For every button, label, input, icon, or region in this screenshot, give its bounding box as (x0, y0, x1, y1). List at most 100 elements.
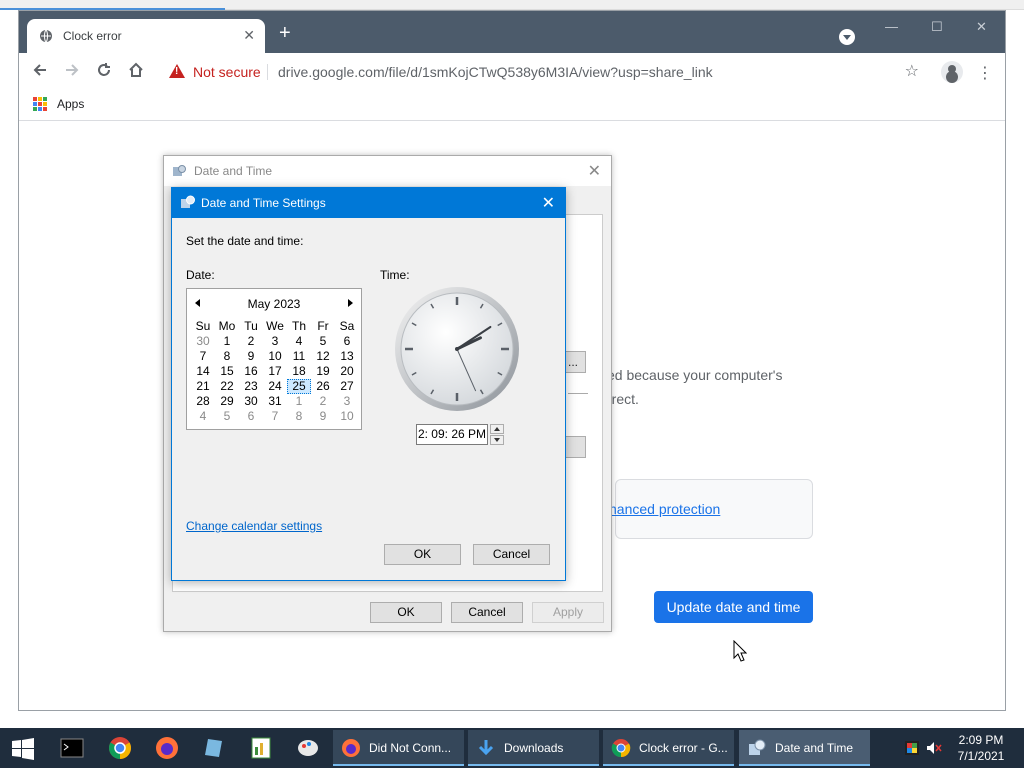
terminal-icon[interactable] (60, 736, 84, 760)
calendar-day[interactable]: 8 (287, 409, 311, 424)
profile-avatar-icon[interactable] (941, 61, 963, 83)
calendar-day[interactable]: 5 (215, 409, 239, 424)
calendar-day[interactable]: 17 (263, 364, 287, 379)
calendar-weekday-row: Su Mo Tu We Th Fr Sa (191, 319, 359, 334)
calendar-day[interactable]: 9 (311, 409, 335, 424)
date-time-settings-close-icon[interactable]: ✕ (542, 193, 555, 213)
calendar-day[interactable]: 29 (215, 394, 239, 409)
calendar-day[interactable]: 23 (239, 379, 263, 394)
enhanced-protection-link[interactable]: nanced protection (609, 501, 720, 517)
taskbar-task-date-time[interactable]: Date and Time (739, 730, 870, 766)
spin-down-icon[interactable] (490, 435, 504, 445)
calendar-day[interactable]: 2 (311, 394, 335, 409)
calendar-day[interactable]: 22 (215, 379, 239, 394)
calendar-day[interactable]: 13 (335, 349, 359, 364)
calendar-day[interactable]: 4 (191, 409, 215, 424)
calendar-day[interactable]: 20 (335, 364, 359, 379)
calendar-day[interactable]: 4 (287, 334, 311, 349)
minimize-button[interactable]: — (885, 19, 898, 34)
calendar-weekday: Th (291, 319, 306, 333)
address-bar[interactable]: Not secure drive.google.com/file/d/1smKo… (161, 58, 927, 86)
calendar-day[interactable]: 27 (335, 379, 359, 394)
close-window-button[interactable]: ✕ (976, 19, 987, 35)
paint-icon[interactable] (296, 736, 320, 760)
calendar-day[interactable]: 26 (311, 379, 335, 394)
calendar-day[interactable]: 30 (191, 334, 215, 349)
calendar-day[interactable]: 21 (191, 379, 215, 394)
calendar-month[interactable]: May 2023 (187, 297, 361, 311)
calendar-day[interactable]: 1 (215, 334, 239, 349)
spreadsheet-icon[interactable] (249, 736, 273, 760)
taskbar-task-firefox[interactable]: Did Not Conn... (333, 730, 464, 766)
apps-bookmark[interactable]: Apps (57, 97, 84, 111)
calendar-day[interactable]: 7 (191, 349, 215, 364)
color-palette-icon[interactable] (904, 740, 920, 756)
calendar-day[interactable]: 7 (263, 409, 287, 424)
apps-grid-icon[interactable] (33, 97, 47, 111)
taskbar-task-downloads[interactable]: Downloads (468, 730, 599, 766)
calendar-day[interactable]: 15 (215, 364, 239, 379)
chrome-icon[interactable] (108, 736, 132, 760)
volume-muted-icon[interactable] (926, 740, 942, 756)
calendar-day-selected[interactable]: 25 (287, 379, 311, 394)
calendar-day[interactable]: 30 (239, 394, 263, 409)
taskbar-task-chrome[interactable]: Clock error - G... (603, 730, 734, 766)
calendar-day[interactable]: 1 (287, 394, 311, 409)
calendar-day[interactable]: 6 (335, 334, 359, 349)
settings-cancel-button[interactable]: Cancel (473, 544, 550, 565)
forward-button[interactable] (61, 61, 83, 83)
calendar-day[interactable]: 16 (239, 364, 263, 379)
change-calendar-settings-link[interactable]: Change calendar settings (186, 519, 322, 533)
new-tab-button[interactable]: + (279, 23, 291, 43)
calendar-day[interactable]: 14 (191, 364, 215, 379)
windows-start-icon[interactable] (12, 738, 34, 760)
outer-cancel-button[interactable]: Cancel (451, 602, 523, 623)
calendar-day[interactable]: 5 (311, 334, 335, 349)
maximize-button[interactable]: ☐ (931, 19, 943, 35)
url-text[interactable]: drive.google.com/file/d/1smKojCTwQ538y6M… (278, 64, 713, 80)
calendar-day[interactable]: 9 (239, 349, 263, 364)
calendar-day[interactable]: 11 (287, 349, 311, 364)
time-spinner[interactable] (490, 424, 504, 445)
menu-kebab-icon[interactable]: ⋮ (977, 63, 993, 83)
spin-up-icon[interactable] (490, 424, 504, 434)
calendar-week-row: 28 29 30 31 1 2 3 (191, 394, 359, 409)
firefox-icon[interactable] (155, 736, 179, 760)
tab-search-button[interactable] (839, 29, 855, 45)
tab-clock-error[interactable]: Clock error ✕ (27, 19, 265, 53)
settings-ok-button[interactable]: OK (384, 544, 461, 565)
tab-close-icon[interactable]: ✕ (243, 27, 255, 44)
calendar[interactable]: May 2023 Su Mo Tu We Th Fr Sa 30 1 2 3 4 5 6 7 8 9 10 11 12… (186, 288, 362, 430)
time-input[interactable]: 2: 09: 26 PM (416, 424, 488, 445)
home-button[interactable] (125, 61, 147, 83)
reload-button[interactable] (93, 61, 115, 83)
calendar-day[interactable]: 19 (311, 364, 335, 379)
outer-ok-button[interactable]: OK (370, 602, 442, 623)
taskbar-task-label: Date and Time (775, 741, 854, 755)
calendar-day[interactable]: 2 (239, 334, 263, 349)
calendar-day[interactable]: 10 (335, 409, 359, 424)
warning-icon (169, 64, 185, 78)
date-time-icon (181, 195, 195, 208)
back-button[interactable] (29, 61, 51, 83)
calendar-day[interactable]: 6 (239, 409, 263, 424)
notepad-icon[interactable] (203, 736, 227, 760)
calendar-day[interactable]: 8 (215, 349, 239, 364)
calendar-day[interactable]: 24 (263, 379, 287, 394)
calendar-week-row: 21 22 23 24 25 26 27 (191, 379, 359, 394)
calendar-day[interactable]: 12 (311, 349, 335, 364)
calendar-day[interactable]: 31 (263, 394, 287, 409)
bookmark-star-icon[interactable]: ☆ (905, 61, 919, 81)
calendar-day[interactable]: 28 (191, 394, 215, 409)
calendar-day[interactable]: 3 (335, 394, 359, 409)
security-indicator[interactable]: Not secure (193, 64, 261, 80)
taskbar-clock[interactable]: 2:09 PM 7/1/2021 (946, 732, 1016, 764)
calendar-day[interactable]: 10 (263, 349, 287, 364)
analog-clock (395, 287, 519, 411)
calendar-day[interactable]: 3 (263, 334, 287, 349)
date-time-dialog-close-icon[interactable]: ✕ (588, 161, 601, 181)
panel-divider (568, 393, 588, 394)
calendar-day[interactable]: 18 (287, 364, 311, 379)
next-month-icon[interactable] (348, 299, 353, 307)
update-date-time-button[interactable]: Update date and time (654, 591, 813, 623)
